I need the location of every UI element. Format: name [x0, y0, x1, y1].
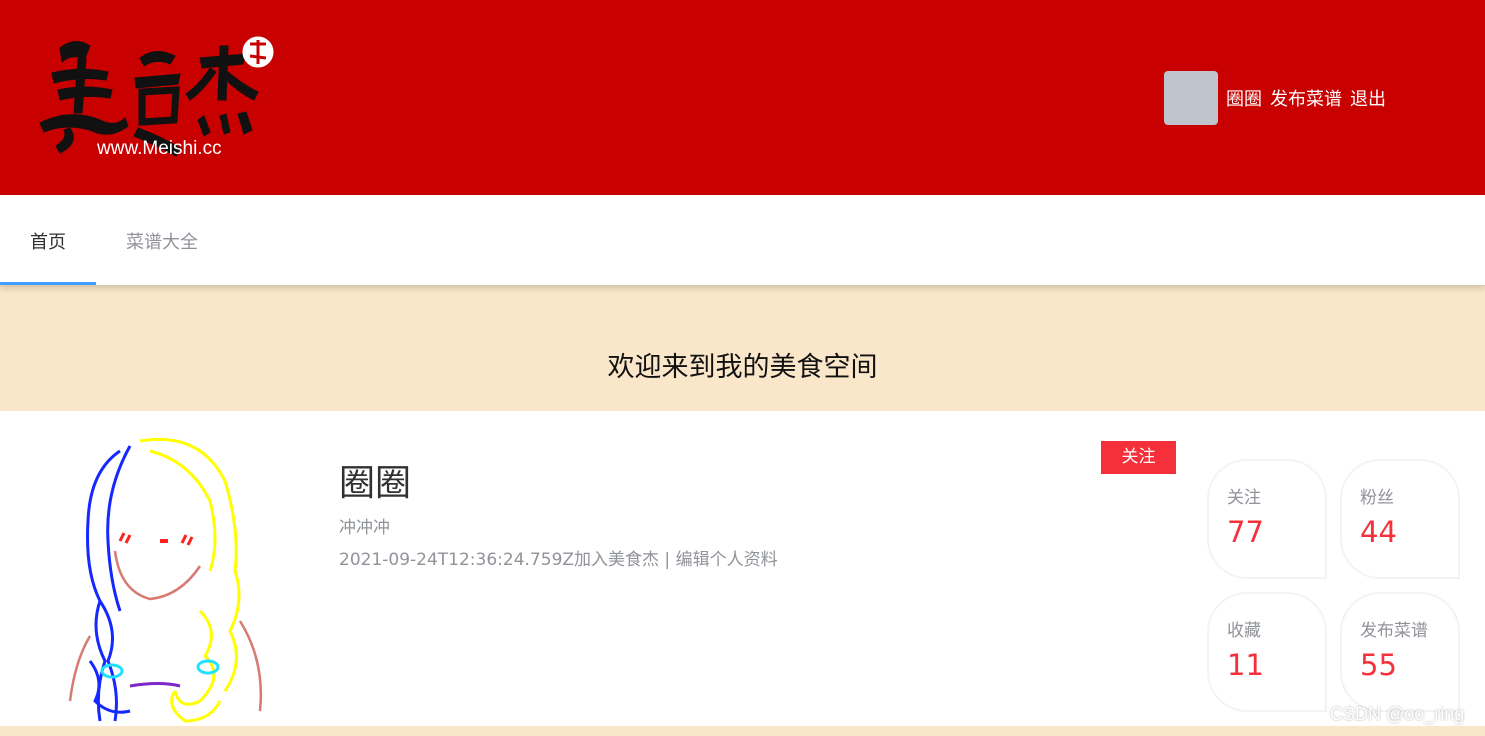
stat-label: 关注	[1227, 488, 1261, 508]
main-nav: 首页 菜谱大全	[0, 195, 1485, 285]
welcome-banner: 欢迎来到我的美食空间	[0, 285, 1485, 411]
stat-label: 粉丝	[1360, 488, 1394, 508]
stat-fans[interactable]: 粉丝 44	[1340, 459, 1460, 579]
stat-publish[interactable]: 发布菜谱 55	[1340, 592, 1460, 712]
profile-meta: 2021-09-24T12:36:24.759Z加入美食杰 | 编辑个人资料	[339, 545, 778, 570]
profile-signature: 冲冲冲	[339, 518, 390, 538]
publish-recipe-link[interactable]: 发布菜谱	[1270, 85, 1342, 111]
watermark-text: CSDN @oo_ring	[1330, 704, 1465, 724]
profile-portrait-image	[68, 437, 263, 723]
active-tab-indicator	[0, 282, 96, 285]
tab-recipes[interactable]: 菜谱大全	[126, 195, 198, 285]
stat-label: 发布菜谱	[1360, 621, 1428, 641]
meta-separator: |	[659, 550, 676, 570]
tab-home[interactable]: 首页	[0, 195, 96, 285]
profile-card: 圈圈 冲冲冲 2021-09-24T12:36:24.759Z加入美食杰 | 编…	[0, 411, 1485, 726]
stat-label: 收藏	[1227, 621, 1261, 641]
site-logo[interactable]: www.Meishi.cc	[30, 28, 280, 163]
stat-follow[interactable]: 关注 77	[1207, 459, 1327, 579]
user-menu: 圈圈 发布菜谱 退出	[1164, 71, 1394, 125]
user-name-link[interactable]: 圈圈	[1226, 85, 1262, 111]
stat-collect[interactable]: 收藏 11	[1207, 592, 1327, 712]
stat-value: 55	[1360, 648, 1397, 682]
stat-value: 11	[1227, 648, 1264, 682]
stat-value: 77	[1227, 515, 1264, 549]
edit-profile-link[interactable]: 编辑个人资料	[676, 550, 778, 570]
logout-link[interactable]: 退出	[1350, 85, 1386, 111]
welcome-title: 欢迎来到我的美食空间	[607, 352, 878, 383]
logo-url-text: www.Meishi.cc	[97, 138, 222, 159]
stat-value: 44	[1360, 515, 1397, 549]
join-date-text: 2021-09-24T12:36:24.759Z加入美食杰	[339, 550, 660, 570]
avatar[interactable]	[1164, 71, 1218, 125]
bottom-strip	[0, 726, 1485, 736]
profile-name: 圈圈	[339, 463, 412, 504]
site-header: www.Meishi.cc 圈圈 发布菜谱 退出	[0, 0, 1485, 195]
follow-button[interactable]: 关注	[1101, 441, 1176, 474]
